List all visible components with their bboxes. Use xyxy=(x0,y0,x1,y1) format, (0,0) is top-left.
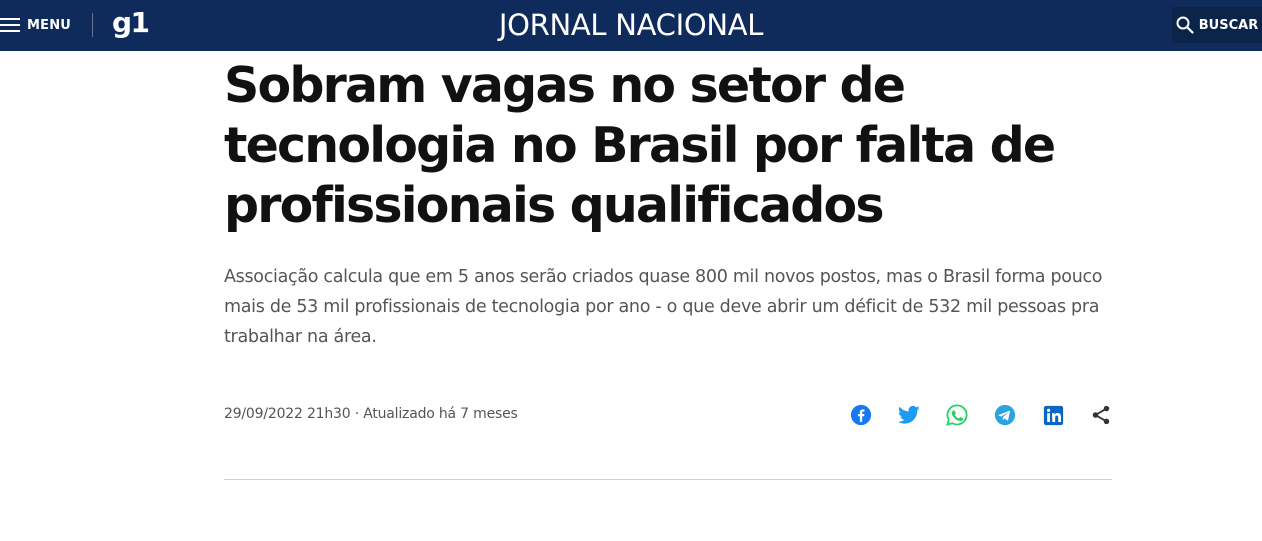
program-title: JORNAL NACIONAL xyxy=(498,8,764,42)
whatsapp-icon[interactable] xyxy=(945,403,969,427)
search-button[interactable]: BUSCAR xyxy=(1172,7,1262,43)
twitter-icon[interactable] xyxy=(897,403,921,427)
share-icon[interactable] xyxy=(1089,403,1113,427)
content-divider xyxy=(224,479,1112,480)
linkedin-icon[interactable] xyxy=(1041,403,1065,427)
article-subtitle: Associação calcula que em 5 anos serão c… xyxy=(224,267,1103,347)
telegram-icon[interactable] xyxy=(993,403,1017,427)
share-bar xyxy=(849,403,1113,427)
search-icon xyxy=(1176,16,1194,34)
header-divider xyxy=(92,13,93,37)
menu-label: MENU xyxy=(27,17,72,33)
facebook-icon[interactable] xyxy=(849,403,873,427)
hamburger-icon xyxy=(0,18,20,32)
menu-button[interactable]: MENU xyxy=(0,13,71,37)
publish-date: 29/09/2022 21h30 · Atualizado há 7 meses xyxy=(224,406,518,422)
search-label: BUSCAR xyxy=(1198,17,1259,33)
article-headline: Sobram vagas no setor de tecnologia no B… xyxy=(224,57,1056,234)
g1-logo[interactable]: g1 xyxy=(112,6,150,40)
top-navigation-bar: MENU g1 JORNAL NACIONAL BUSCAR xyxy=(0,0,1262,51)
